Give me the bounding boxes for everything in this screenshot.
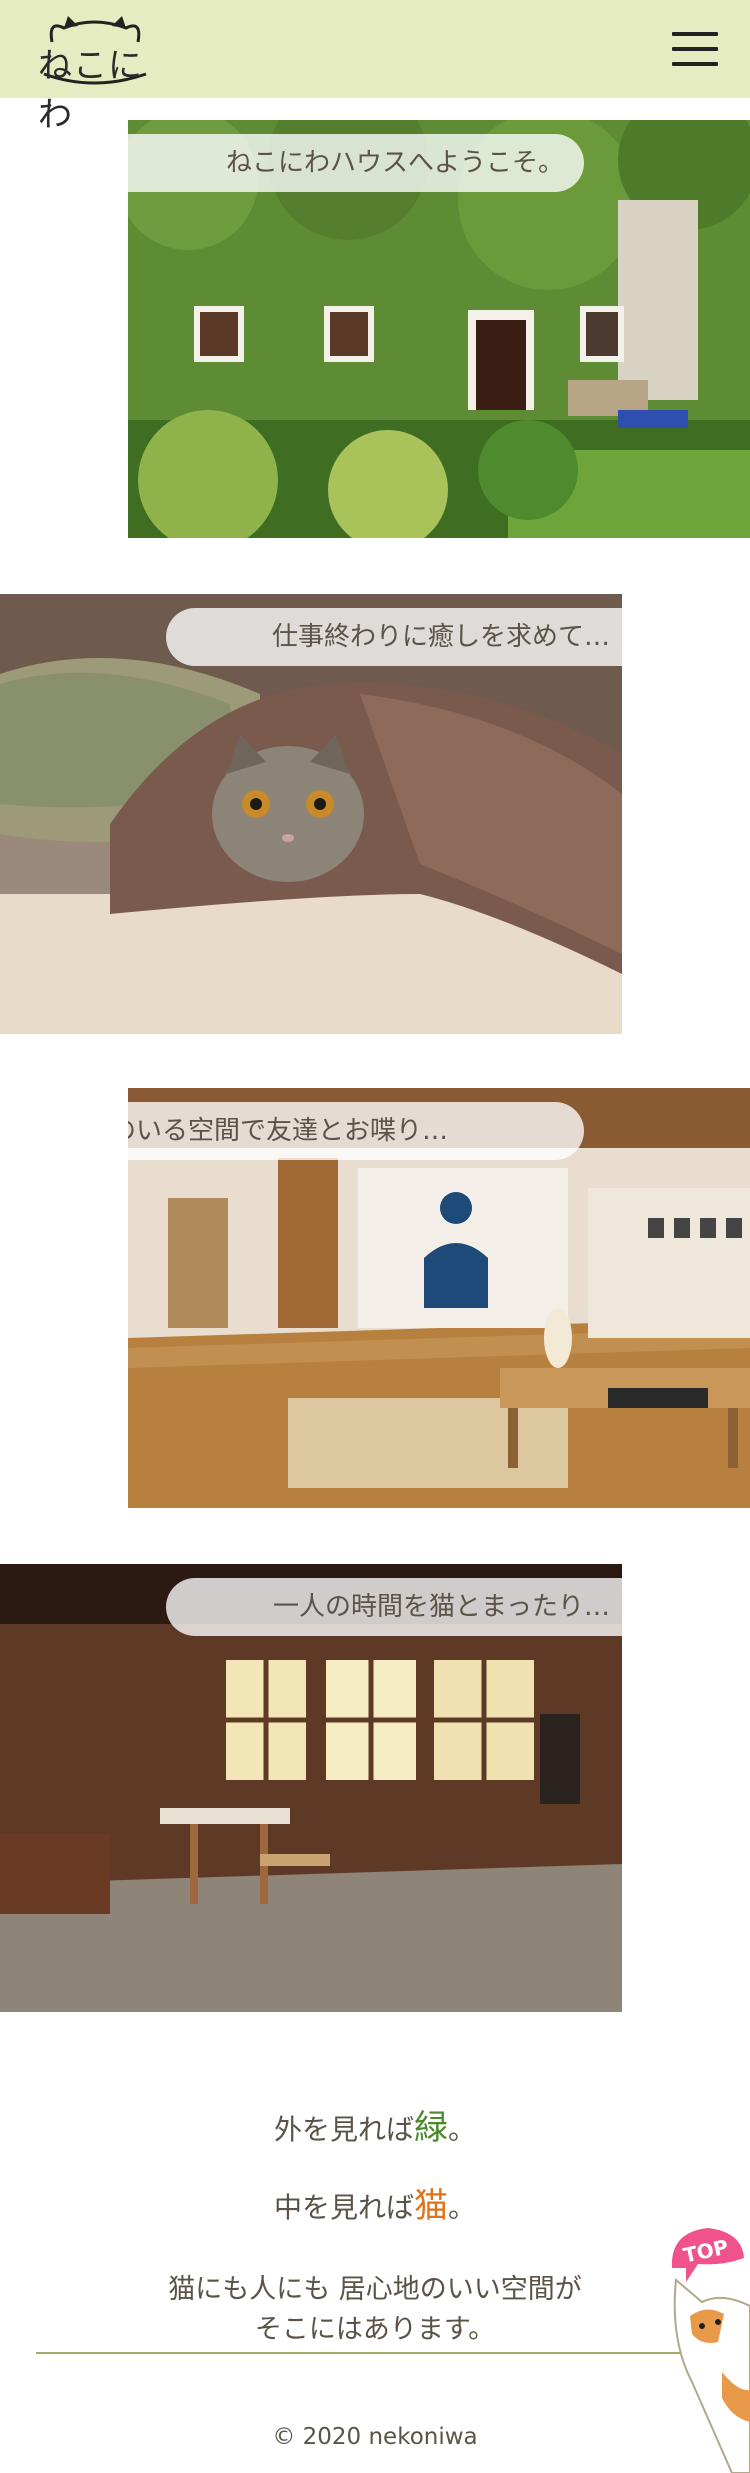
- tagline-text: 外を見れば: [273, 2113, 414, 2146]
- photo-rustic-cabin: 一人の時間を猫とまったり…: [0, 1564, 622, 2012]
- tagline-text: 。: [448, 2191, 477, 2224]
- tagline-text: 中を見れば: [273, 2191, 414, 2224]
- section-caption: 猫のいる空間で友達とお喋り…: [128, 1102, 584, 1160]
- site-logo[interactable]: ねこにわ: [34, 12, 156, 135]
- menu-line-icon: [672, 62, 718, 66]
- photo-cat-blanket: 仕事終わりに癒しを求めて…: [0, 594, 622, 1034]
- footer-divider: [36, 2352, 716, 2354]
- cat-mascot-icon: TOP: [671, 2228, 750, 2473]
- section-caption: 一人の時間を猫とまったり…: [166, 1578, 622, 1636]
- photo-living-room: 猫のいる空間で友達とお喋り…: [128, 1088, 750, 1508]
- menu-line-icon: [672, 47, 718, 51]
- site-header: ねこにわ: [0, 0, 750, 135]
- menu-line-icon: [672, 32, 718, 36]
- back-to-top-button[interactable]: TOP: [662, 2222, 750, 2473]
- tagline-accent-orange: 猫: [414, 2186, 448, 2226]
- copyright-text: © 2020 nekoniwa: [272, 2424, 478, 2450]
- tagline-text: 。: [448, 2113, 477, 2146]
- tagline-outside: 外を見れば緑。: [0, 2100, 750, 2149]
- photo-ivy-house: ねこにわハウスへようこそ。: [128, 120, 750, 538]
- tagline-accent-green: 緑: [414, 2108, 448, 2148]
- tagline-inside: 中を見れば猫。: [0, 2178, 750, 2227]
- section-caption: ねこにわハウスへようこそ。: [128, 134, 584, 192]
- description-line: そこにはあります。: [254, 2314, 496, 2345]
- description: 猫にも人にも 居心地のいい空間が そこにはあります。: [0, 2270, 750, 2350]
- hamburger-menu-button[interactable]: [672, 32, 718, 70]
- section-caption: 仕事終わりに癒しを求めて…: [166, 608, 622, 666]
- description-line: 猫にも人にも 居心地のいい空間が: [168, 2274, 582, 2305]
